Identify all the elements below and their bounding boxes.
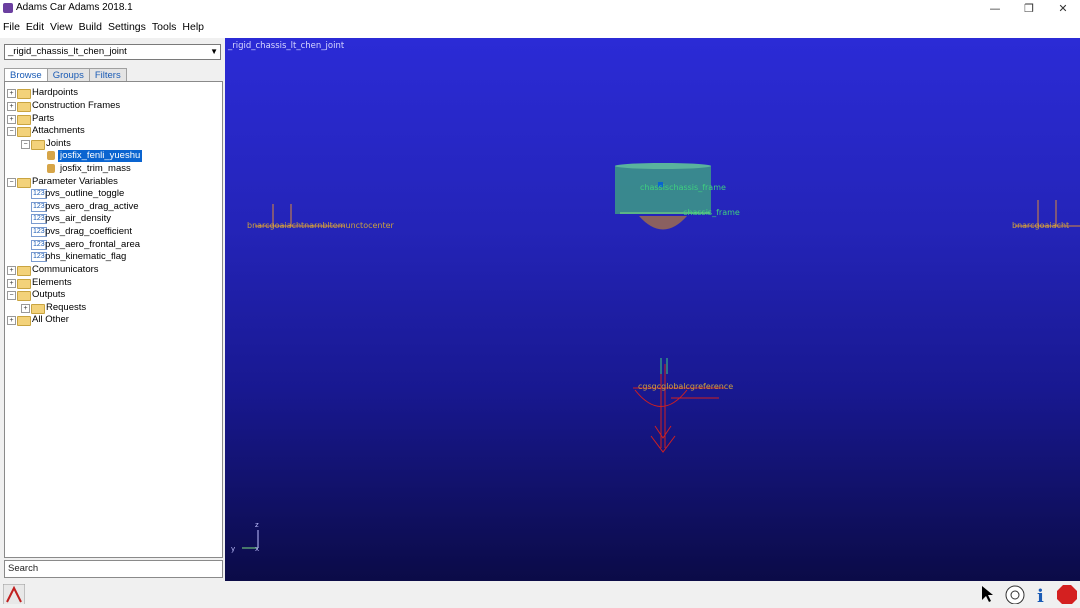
menu-bar: File Edit View Build Settings Tools Help <box>0 17 1080 34</box>
tree-item-label: pvs_drag_coefficient <box>45 226 132 237</box>
expand-icon[interactable]: + <box>7 89 16 98</box>
restore-button[interactable]: ❐ <box>1014 0 1044 17</box>
folder-icon <box>17 115 31 125</box>
menu-view[interactable]: View <box>47 19 76 33</box>
expand-icon[interactable]: + <box>7 115 16 124</box>
menu-build[interactable]: Build <box>76 19 105 33</box>
collapse-icon[interactable]: − <box>7 291 16 300</box>
joint-icon <box>47 164 55 173</box>
info-icon[interactable]: i <box>1034 584 1048 604</box>
folder-icon <box>31 304 45 314</box>
dropdown-arrow-icon[interactable]: ▼ <box>210 45 218 59</box>
expand-icon[interactable]: + <box>7 266 16 275</box>
folder-icon <box>17 89 31 99</box>
marker-label-top: chassischassis_frame <box>640 183 726 192</box>
folder-icon <box>17 316 31 326</box>
expand-icon[interactable]: + <box>7 279 16 288</box>
marker-label-right: bnarcgoaiacht <box>1012 221 1069 230</box>
open-folder-icon <box>17 127 31 137</box>
menu-file[interactable]: File <box>0 19 23 33</box>
tree-item-label: Parameter Variables <box>32 176 118 187</box>
axis-triad: z y x <box>231 521 259 553</box>
tree-item-label: pvs_outline_toggle <box>45 188 125 199</box>
tree-item-label: Hardpoints <box>32 87 78 98</box>
browser-tabs: Browse Groups Filters <box>4 65 127 84</box>
open-folder-icon <box>17 178 31 188</box>
3d-viewport[interactable]: _rigid_chassis_lt_chen_joint chassischas… <box>225 38 1080 581</box>
collapse-icon[interactable]: − <box>21 140 30 149</box>
expand-icon[interactable]: + <box>7 316 16 325</box>
tree-item-label: phs_kinematic_flag <box>45 251 127 262</box>
tree-item-label: pvs_air_density <box>45 213 112 224</box>
tree-item-label: josfix_trim_mass <box>60 163 131 174</box>
marker-label-frame: chassis_frame <box>683 208 740 217</box>
model-select-value: _rigid_chassis_lt_chen_joint <box>8 46 127 57</box>
menu-settings[interactable]: Settings <box>105 19 149 33</box>
collapse-icon[interactable]: − <box>7 178 16 187</box>
axis-x-label: x <box>255 545 259 553</box>
tree-item-label: Construction Frames <box>32 100 121 111</box>
open-folder-icon <box>31 140 45 150</box>
tree-item-label: All Other <box>32 314 69 325</box>
tree-item-label: pvs_aero_frontal_area <box>45 239 141 250</box>
app-icon <box>3 3 13 13</box>
tree-item-label: josfix_fenli_yueshu <box>58 150 143 162</box>
folder-icon <box>17 279 31 289</box>
window-title: Adams Car Adams 2018.1 <box>16 2 133 13</box>
svg-text:i: i <box>1037 586 1044 604</box>
menu-edit[interactable]: Edit <box>23 19 47 33</box>
tree-item-label: pvs_aero_drag_active <box>45 201 139 212</box>
folder-icon <box>17 266 31 276</box>
tree-item-label: Attachments <box>32 125 85 136</box>
axis-z-label: z <box>255 521 259 529</box>
viewport-scene: chassischassis_frame chassis_frame bnarc… <box>231 163 1080 553</box>
tree-item-label: Requests <box>46 302 87 313</box>
model-browser-panel: _rigid_chassis_lt_chen_joint ▼ Browse Gro… <box>0 38 225 581</box>
tree-item-label: Elements <box>32 277 72 288</box>
minimize-button[interactable]: — <box>980 0 1010 17</box>
marker-label-left: bnarcgoaiachtnarnbltemunctocenter <box>247 221 395 230</box>
search-input[interactable]: Search <box>4 560 223 578</box>
axis-y-label: y <box>231 545 235 553</box>
expand-icon[interactable]: + <box>7 102 16 111</box>
status-bar: i <box>0 581 1080 608</box>
marker-label-bottom: cgsgcglobalcgreference <box>638 382 733 391</box>
global-reference-marker[interactable] <box>633 358 725 453</box>
tree-item-label: Outputs <box>32 289 66 300</box>
open-folder-icon <box>17 291 31 301</box>
chassis-cylinder[interactable] <box>615 163 711 230</box>
view-orientation-icon[interactable] <box>1004 584 1026 604</box>
collapse-icon[interactable]: − <box>7 127 16 136</box>
adams-logo-icon[interactable] <box>3 584 25 604</box>
stop-icon[interactable] <box>1056 584 1078 604</box>
menu-tools[interactable]: Tools <box>149 19 180 33</box>
tree-item-label: Parts <box>32 113 55 124</box>
folder-icon <box>17 102 31 112</box>
close-button[interactable]: ✕ <box>1048 0 1078 17</box>
title-bar: Adams Car Adams 2018.1 — ❐ ✕ <box>0 0 1080 17</box>
menu-help[interactable]: Help <box>179 19 207 33</box>
tree-item-label: Communicators <box>32 264 99 275</box>
model-tree: + Hardpoints + Construction Frames + Par… <box>4 81 223 558</box>
expand-icon[interactable]: + <box>21 304 30 313</box>
model-select[interactable]: _rigid_chassis_lt_chen_joint ▼ <box>4 44 221 60</box>
joint-icon <box>47 151 55 160</box>
tree-item-label: Joints <box>46 138 71 149</box>
select-pointer-icon[interactable] <box>980 584 994 604</box>
